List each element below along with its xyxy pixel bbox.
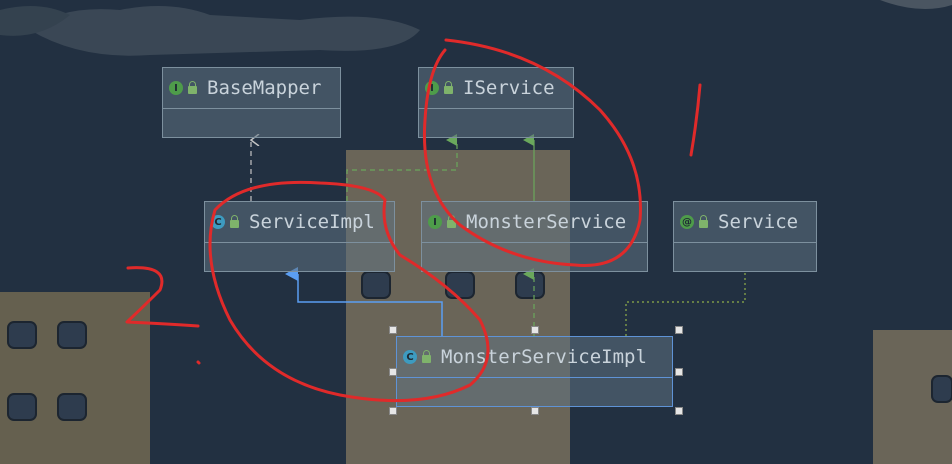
node-service[interactable]: @ Service [673,201,817,272]
node-label: MonsterServiceImpl [441,346,647,368]
resize-handle[interactable] [389,368,397,376]
interface-icon: I [425,81,439,95]
class-icon: C [403,350,417,364]
node-iservice[interactable]: I IService [418,67,574,138]
lock-icon [699,215,708,228]
node-monsterserviceimpl[interactable]: C MonsterServiceImpl [396,336,673,407]
node-label: Service [718,211,799,233]
node-label: IService [463,77,555,99]
lock-icon [444,81,453,94]
lock-icon [230,215,239,228]
resize-handle[interactable] [531,407,539,415]
annotation-icon: @ [680,215,694,229]
lock-icon [447,215,456,228]
node-serviceimpl[interactable]: C ServiceImpl [204,201,395,272]
building-center [346,150,570,464]
resize-handle[interactable] [389,407,397,415]
lock-icon [188,81,197,94]
resize-handle[interactable] [675,407,683,415]
resize-handle[interactable] [675,368,683,376]
node-label: BaseMapper [207,77,322,99]
interface-icon: I [428,215,442,229]
resize-handle[interactable] [675,326,683,334]
class-icon: C [211,215,225,229]
resize-handle[interactable] [389,326,397,334]
node-basemapper[interactable]: I BaseMapper [162,67,341,138]
node-label: MonsterService [466,211,627,233]
building-left [0,292,150,464]
resize-handle[interactable] [531,326,539,334]
lock-icon [422,350,431,363]
node-monsterservice[interactable]: I MonsterService [421,201,648,272]
interface-icon: I [169,81,183,95]
node-label: ServiceImpl [249,211,375,233]
